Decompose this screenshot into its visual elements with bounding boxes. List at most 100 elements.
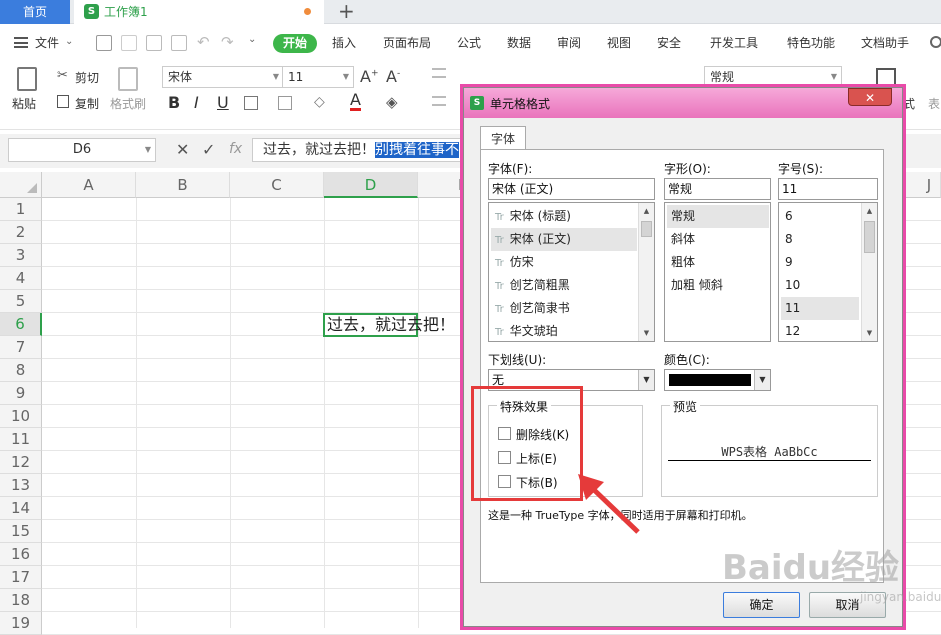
menu-security[interactable]: 安全 xyxy=(657,24,681,62)
list-item[interactable]: 粗体 xyxy=(667,251,769,274)
border-icon[interactable] xyxy=(244,96,258,110)
save-icon[interactable] xyxy=(96,35,112,51)
scroll-thumb[interactable] xyxy=(641,221,652,237)
menu-data[interactable]: 数据 xyxy=(507,24,531,62)
row-header[interactable]: 19 xyxy=(0,612,42,635)
paste-icon[interactable] xyxy=(17,67,37,91)
redo-icon[interactable]: ↷ xyxy=(221,33,234,51)
scroll-down-icon[interactable]: ▼ xyxy=(639,325,654,341)
scrollbar[interactable]: ▲ ▼ xyxy=(638,203,654,341)
list-item[interactable]: 8 xyxy=(781,228,859,251)
fill-style-icon[interactable] xyxy=(278,96,292,110)
row-header[interactable]: 3 xyxy=(0,244,42,267)
search-icon[interactable] xyxy=(930,36,941,48)
list-item[interactable]: 11 xyxy=(781,297,859,320)
color-select[interactable]: ▼ xyxy=(664,369,771,391)
list-item[interactable]: Tr 宋体 (正文) xyxy=(491,228,637,251)
paste-button[interactable]: 粘贴 xyxy=(12,95,36,112)
row-header[interactable]: 12 xyxy=(0,451,42,474)
scroll-up-icon[interactable]: ▲ xyxy=(639,203,654,219)
size-list[interactable]: 6 8 9 10 11 12 ▲ ▼ xyxy=(778,202,878,342)
tab-home[interactable]: 首页 xyxy=(0,0,70,24)
more-icon[interactable]: ⌄ xyxy=(248,34,256,45)
style-list[interactable]: 常规 斜体 粗体 加粗 倾斜 xyxy=(664,202,771,342)
row-header[interactable]: 15 xyxy=(0,520,42,543)
column-header-d[interactable]: D xyxy=(324,172,418,198)
row-header[interactable]: 4 xyxy=(0,267,42,290)
cancel-icon[interactable]: ✕ xyxy=(176,140,189,159)
scrollbar[interactable]: ▲ ▼ xyxy=(861,203,877,341)
confirm-icon[interactable]: ✓ xyxy=(202,140,215,159)
clear-icon[interactable]: ◈ xyxy=(386,93,398,111)
scroll-up-icon[interactable]: ▲ xyxy=(862,203,877,219)
style-input[interactable]: 常规 xyxy=(664,178,771,200)
preview-icon[interactable] xyxy=(171,35,187,51)
list-item[interactable]: 10 xyxy=(781,274,859,297)
list-item[interactable]: Tr 仿宋 xyxy=(491,251,637,274)
column-header-a[interactable]: A xyxy=(42,172,136,198)
formula-input[interactable]: 过去，就过去把！别拽着往事不 xyxy=(252,138,472,162)
copy-icon[interactable] xyxy=(57,95,69,108)
list-item[interactable]: 加粗 倾斜 xyxy=(667,274,769,297)
underline-icon[interactable]: U xyxy=(217,93,229,112)
font-size-select[interactable]: 11 ▼ xyxy=(282,66,354,88)
row-header[interactable]: 10 xyxy=(0,405,42,428)
font-color-icon[interactable]: A xyxy=(350,92,361,111)
scroll-down-icon[interactable]: ▼ xyxy=(862,325,877,341)
grow-font-icon[interactable]: A+ xyxy=(360,67,379,86)
menu-page-layout[interactable]: 页面布局 xyxy=(383,24,431,62)
undo-icon[interactable]: ↶ xyxy=(197,33,210,51)
list-item[interactable]: 9 xyxy=(781,251,859,274)
close-button[interactable]: ✕ xyxy=(848,88,892,106)
column-header-j[interactable]: J xyxy=(900,172,941,198)
menu-start[interactable]: 开始 xyxy=(273,34,317,53)
list-item[interactable]: Tr 宋体 (标题) xyxy=(491,205,637,228)
row-header[interactable]: 8 xyxy=(0,359,42,382)
menu-insert[interactable]: 插入 xyxy=(332,24,356,62)
align-left-icon[interactable] xyxy=(432,96,446,106)
scroll-thumb[interactable] xyxy=(864,221,875,253)
italic-icon[interactable]: I xyxy=(194,93,199,112)
list-item[interactable]: Tr 创艺简隶书 xyxy=(491,297,637,320)
shrink-font-icon[interactable]: A- xyxy=(386,67,400,86)
tab-font[interactable]: 字体 xyxy=(480,126,526,150)
column-header-e[interactable]: E xyxy=(418,172,468,198)
new-tab-button[interactable]: + xyxy=(338,0,355,22)
bold-icon[interactable]: B xyxy=(168,93,180,112)
row-header[interactable]: 6 xyxy=(0,313,42,336)
list-item[interactable]: 常规 xyxy=(667,205,769,228)
tab-workbook[interactable]: S 工作簿1 xyxy=(74,0,324,24)
row-header[interactable]: 5 xyxy=(0,290,42,313)
ok-button[interactable]: 确定 xyxy=(723,592,800,618)
menu-features[interactable]: 特色功能 xyxy=(787,24,835,62)
list-item[interactable]: Tr 华文琥珀 xyxy=(491,320,637,343)
font-name-select[interactable]: 宋体 ▼ xyxy=(162,66,284,88)
list-item[interactable]: 12 xyxy=(781,320,859,343)
menu-file[interactable]: 文件 xyxy=(35,24,59,62)
name-box[interactable]: D6 ▼ xyxy=(8,138,156,162)
select-all-corner[interactable] xyxy=(0,172,42,198)
row-header[interactable]: 13 xyxy=(0,474,42,497)
row-header[interactable]: 17 xyxy=(0,566,42,589)
align-top-icon[interactable] xyxy=(432,68,446,78)
list-item[interactable]: Tr 创艺简粗黑 xyxy=(491,274,637,297)
column-header-c[interactable]: C xyxy=(230,172,324,198)
print-icon[interactable] xyxy=(146,35,162,51)
copy-button[interactable]: 复制 xyxy=(75,95,99,112)
row-header[interactable]: 1 xyxy=(0,198,42,221)
row-header[interactable]: 16 xyxy=(0,543,42,566)
font-input[interactable]: 宋体 (正文) xyxy=(488,178,655,200)
menu-doc-assistant[interactable]: 文档助手 xyxy=(861,24,909,62)
list-item[interactable]: 6 xyxy=(781,205,859,228)
row-header[interactable]: 18 xyxy=(0,589,42,612)
format-painter-button[interactable]: 格式刷 xyxy=(110,95,146,112)
menu-view[interactable]: 视图 xyxy=(607,24,631,62)
hamburger-icon[interactable] xyxy=(14,37,28,48)
fill-color-icon[interactable]: ◇ xyxy=(314,94,325,110)
list-item[interactable]: 斜体 xyxy=(667,228,769,251)
font-list[interactable]: Tr 宋体 (标题) Tr 宋体 (正文) Tr 仿宋 Tr 创艺简粗黑 Tr 创艺简隶书… xyxy=(488,202,655,342)
menu-review[interactable]: 审阅 xyxy=(557,24,581,62)
menu-formulas[interactable]: 公式 xyxy=(457,24,481,62)
menu-developer[interactable]: 开发工具 xyxy=(710,24,758,62)
dialog-title-bar[interactable]: S 单元格格式 ✕ xyxy=(464,88,902,118)
